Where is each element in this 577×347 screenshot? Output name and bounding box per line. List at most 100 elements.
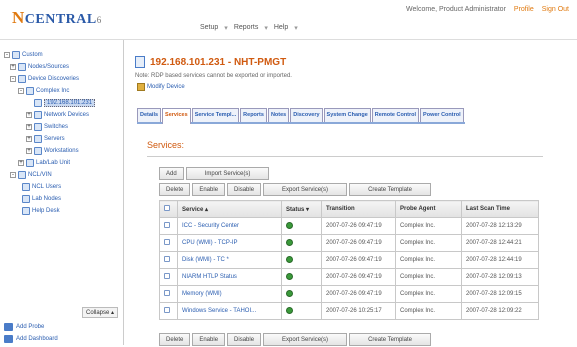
row-checkbox[interactable] (164, 307, 170, 313)
create-template-button[interactable]: Create Template (349, 183, 431, 196)
profile-link[interactable]: Profile (514, 6, 534, 13)
row-select-cell (159, 285, 178, 303)
enable-button[interactable]: Enable (192, 183, 226, 196)
tree-node[interactable]: NCL Users (22, 182, 61, 192)
top-menu: Setup ▾ Reports ▾ Help ▾ (200, 24, 298, 32)
status-cell (281, 285, 322, 303)
probe-agent-cell: Complex Inc. (395, 302, 462, 320)
row-checkbox[interactable] (164, 273, 170, 279)
export-services-button[interactable]: Export Service(s) (263, 183, 348, 196)
select-all-header[interactable] (159, 200, 178, 218)
tree-node[interactable]: - Device Discoveries (10, 74, 79, 84)
service-name[interactable]: CPU (WMI) - TCP-IP (177, 234, 282, 252)
welcome-text: Welcome, Product Administrator (406, 6, 506, 13)
tab-discovery[interactable]: Discovery (290, 108, 323, 122)
add-probe-link[interactable]: Add Probe (4, 323, 44, 331)
folder-icon (18, 75, 26, 83)
chevron-down-icon: ▾ (224, 25, 228, 32)
tree-node[interactable]: + Nodes/Sources (10, 62, 69, 72)
status-cell (281, 268, 322, 286)
add-dashboard-link[interactable]: Add Dashboard (4, 335, 58, 343)
row-checkbox[interactable] (164, 222, 170, 228)
select-all-checkbox[interactable] (164, 205, 170, 211)
tree-node[interactable]: - Complex Inc (18, 86, 69, 96)
collapse-icon[interactable]: - (10, 172, 16, 178)
service-name[interactable]: Memory (WMI) (177, 285, 282, 303)
ncentral-logo[interactable]: NCENTRAL6 (12, 8, 102, 28)
probe-agent-cell: Complex Inc. (395, 217, 462, 235)
navigation-sidebar: - Custom + Nodes/Sources - Device Discoveri… (0, 40, 124, 345)
row-checkbox[interactable] (164, 290, 170, 296)
status-ok-icon (286, 272, 293, 280)
menu-reports[interactable]: Reports (234, 24, 259, 32)
tab-remote-control[interactable]: Remote Control (371, 108, 420, 122)
expand-icon[interactable]: + (18, 160, 24, 166)
tab-service-templates[interactable]: Service Templ... (191, 108, 240, 122)
modify-device-link[interactable]: Modify Device (137, 83, 185, 91)
service-name[interactable]: Windows Service - TAHOI... (177, 302, 282, 320)
status-ok-icon (286, 238, 293, 246)
tree-node[interactable]: - NCL/VIN (10, 170, 52, 180)
tree-node[interactable]: + Servers (26, 134, 65, 144)
expand-icon[interactable]: + (26, 148, 32, 154)
tree-node[interactable]: + Switches (26, 122, 68, 132)
column-header-transition[interactable]: Transition (321, 200, 396, 218)
tree-node-selected[interactable]: 192.168.101.231 (34, 98, 96, 108)
folder-icon (34, 111, 42, 119)
disable-button[interactable]: Disable (227, 183, 262, 196)
column-header-status[interactable]: Status ▾ (281, 200, 322, 218)
column-header-service[interactable]: Service ▴ (177, 200, 282, 218)
collapse-icon[interactable]: - (10, 76, 16, 82)
disable-button[interactable]: Disable (227, 333, 262, 346)
device-tabs: Details Services Service Templ... Report… (137, 108, 465, 124)
row-checkbox[interactable] (164, 239, 170, 245)
add-button[interactable]: Add (159, 167, 184, 180)
transition-cell: 2007-07-26 09:47:19 (321, 268, 396, 286)
last-scan-cell: 2007-07-28 12:44:21 (461, 234, 539, 252)
expand-icon[interactable]: + (26, 112, 32, 118)
enable-button[interactable]: Enable (192, 333, 226, 346)
folder-icon (26, 159, 34, 167)
tab-details[interactable]: Details (137, 108, 162, 122)
expand-icon[interactable]: + (26, 124, 32, 130)
tree-node[interactable]: + Workstations (26, 146, 79, 156)
status-cell (281, 234, 322, 252)
tab-system-change[interactable]: System Change (323, 108, 371, 122)
tab-power-control[interactable]: Power Control (420, 108, 464, 122)
tree-node[interactable]: Lab Nodes (22, 194, 61, 204)
expand-icon[interactable]: + (10, 64, 16, 70)
service-name[interactable]: Disk (WMI) - TC * (177, 251, 282, 269)
column-header-last-scan[interactable]: Last Scan Time (461, 200, 539, 218)
delete-button[interactable]: Delete (159, 333, 191, 346)
delete-button[interactable]: Delete (159, 183, 191, 196)
tree-node[interactable]: + Network Devices (26, 110, 89, 120)
status-cell (281, 217, 322, 235)
menu-setup[interactable]: Setup (200, 24, 218, 32)
service-name[interactable]: ICC - Security Center (177, 217, 282, 235)
table-row: Disk (WMI) - TC * 2007-07-26 09:47:19 Co… (159, 251, 539, 269)
tab-notes[interactable]: Notes (267, 108, 290, 122)
service-name[interactable]: NIARM HTLP Status (177, 268, 282, 286)
import-services-button[interactable]: Import Service(s) (185, 167, 270, 180)
collapse-button[interactable]: Collapse ▴ (82, 307, 119, 318)
export-services-button[interactable]: Export Service(s) (263, 333, 348, 346)
signout-link[interactable]: Sign Out (542, 6, 569, 13)
table-row: Memory (WMI) 2007-07-26 09:47:19 Complex… (159, 285, 539, 303)
collapse-icon[interactable]: - (4, 52, 10, 58)
column-header-probe-agent[interactable]: Probe Agent (395, 200, 462, 218)
tree-node[interactable]: - Custom (4, 50, 43, 60)
expand-icon[interactable]: + (26, 136, 32, 142)
collapse-icon[interactable]: - (18, 88, 24, 94)
folder-icon (34, 147, 42, 155)
tab-reports[interactable]: Reports (240, 108, 267, 122)
create-template-button[interactable]: Create Template (349, 333, 431, 346)
row-checkbox[interactable] (164, 256, 170, 262)
main-content: 192.168.101.231 - NHT-PMGT Note: RDP bas… (125, 40, 577, 346)
tree-node[interactable]: Help Desk (22, 206, 60, 216)
tree-node[interactable]: + Lab/Lab Unit (18, 158, 70, 168)
transition-cell: 2007-07-26 10:25:17 (321, 302, 396, 320)
tab-services[interactable]: Services (162, 108, 191, 124)
folder-icon (12, 51, 20, 59)
services-heading: Services: (147, 140, 185, 150)
menu-help[interactable]: Help (274, 24, 288, 32)
